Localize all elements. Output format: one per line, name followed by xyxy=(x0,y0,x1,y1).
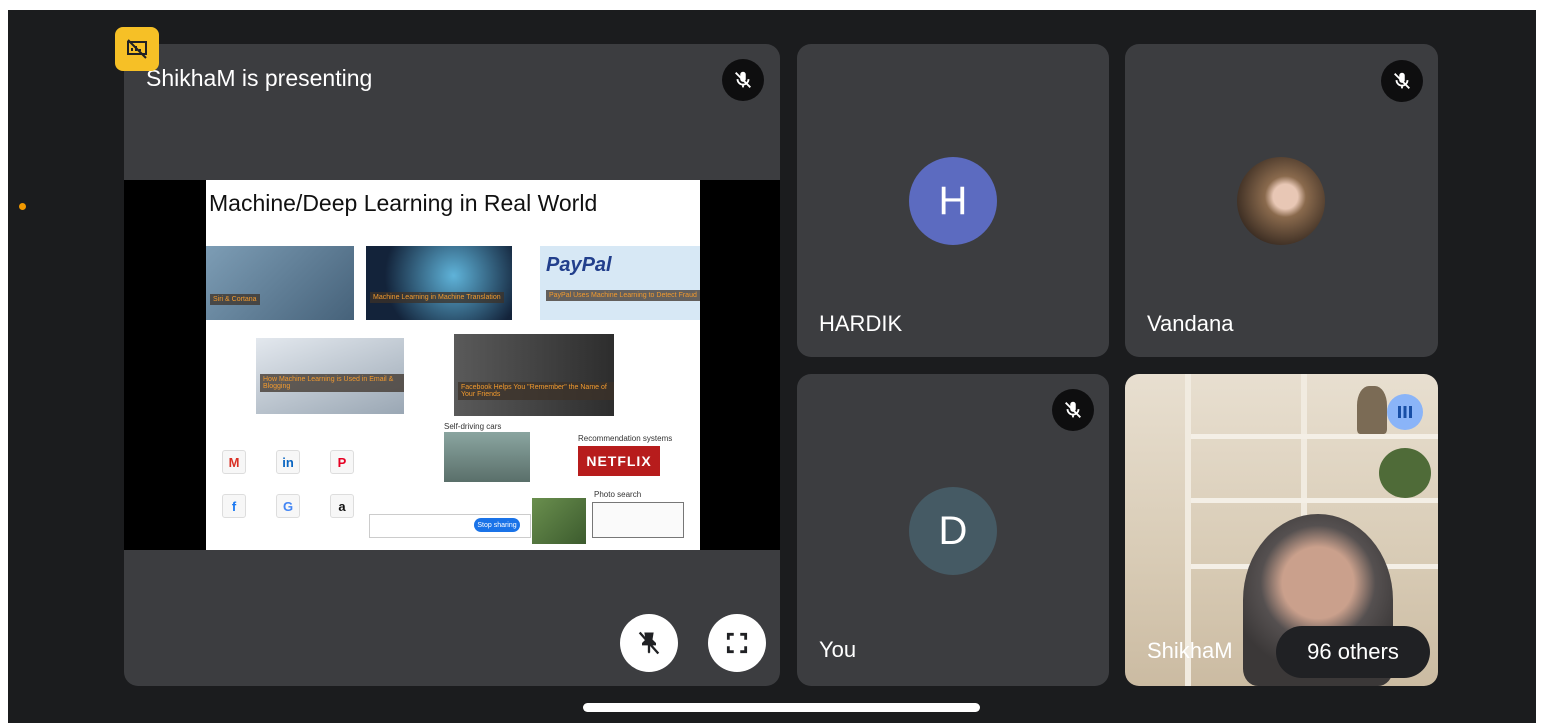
participant-name: Vandana xyxy=(1147,311,1234,336)
presenter-tile[interactable]: ShikhaM is presenting Machine/Deep Learn… xyxy=(124,44,780,686)
mic-off-icon xyxy=(1052,389,1094,431)
self-driving-image xyxy=(444,432,530,482)
participant-tile-vandana[interactable]: Vandana xyxy=(1125,44,1438,357)
speaking-indicator-icon xyxy=(1387,394,1423,430)
home-indicator[interactable] xyxy=(583,703,980,712)
slide-caption: PayPal Uses Machine Learning to Detect F… xyxy=(546,290,700,301)
linkedin-icon: in xyxy=(276,450,300,474)
pinterest-icon: P xyxy=(330,450,354,474)
amazon-icon: a xyxy=(330,494,354,518)
crowd-image xyxy=(532,498,586,544)
email-image: How Machine Learning is Used in Email & … xyxy=(256,338,404,414)
photo-search-label: Photo search xyxy=(594,490,642,499)
paypal-logo: PayPal xyxy=(546,254,612,276)
shelf xyxy=(1191,498,1438,503)
gmail-icon: M xyxy=(222,450,246,474)
slide-caption: Machine Learning in Machine Translation xyxy=(370,292,504,303)
share-bar: Stop sharing xyxy=(369,514,531,538)
shelf xyxy=(1191,434,1438,439)
avatar: D xyxy=(909,487,997,575)
top-border xyxy=(0,0,1544,10)
presentation-badge xyxy=(115,27,159,71)
stop-sharing-button: Stop sharing xyxy=(474,518,520,532)
vase xyxy=(1357,386,1387,434)
siri-cortana-image: Siri & Cortana xyxy=(206,246,354,320)
presentation-slide: Machine/Deep Learning in Real World Siri… xyxy=(206,180,700,550)
others-count-button[interactable]: 96 others xyxy=(1276,626,1430,678)
unpin-button[interactable] xyxy=(620,614,678,672)
netflix-logo: NETFLIX xyxy=(578,446,660,476)
facebook-image: Facebook Helps You "Remember" the Name o… xyxy=(454,334,614,416)
recommendation-label: Recommendation systems xyxy=(578,434,673,443)
participant-tile-hardik[interactable]: H HARDIK xyxy=(797,44,1109,357)
fullscreen-icon xyxy=(726,632,748,654)
avatar: H xyxy=(909,157,997,245)
left-border xyxy=(0,0,8,723)
paypal-image: PayPal PayPal Uses Machine Learning to D… xyxy=(540,246,700,320)
facebook-icon: f xyxy=(222,494,246,518)
photo-search-diagram xyxy=(592,502,684,538)
self-driving-label: Self-driving cars xyxy=(444,422,502,431)
slide-title: Machine/Deep Learning in Real World xyxy=(209,190,598,216)
shared-screen: Machine/Deep Learning in Real World Siri… xyxy=(124,180,780,550)
participant-name: HARDIK xyxy=(819,311,903,336)
unpin-icon xyxy=(638,631,660,655)
right-border xyxy=(1536,0,1544,723)
participant-tile-you[interactable]: D You xyxy=(797,374,1109,686)
avatar-photo xyxy=(1237,157,1325,245)
mic-off-icon xyxy=(722,59,764,101)
google-icon: G xyxy=(276,494,300,518)
mic-off-icon xyxy=(1381,60,1423,102)
plant xyxy=(1379,448,1431,498)
presentation-off-icon xyxy=(127,39,147,59)
fullscreen-button[interactable] xyxy=(708,614,766,672)
participant-name: You xyxy=(819,637,857,662)
machine-translation-image: Machine Learning in Machine Translation xyxy=(366,246,512,320)
participant-name: ShikhaM xyxy=(1147,638,1233,663)
slide-caption: How Machine Learning is Used in Email & … xyxy=(260,374,404,392)
presenting-label: ShikhaM is presenting xyxy=(146,65,373,91)
slide-caption: Facebook Helps You "Remember" the Name o… xyxy=(458,382,614,400)
slide-caption: Siri & Cortana xyxy=(210,294,260,305)
recording-dot xyxy=(19,203,26,210)
